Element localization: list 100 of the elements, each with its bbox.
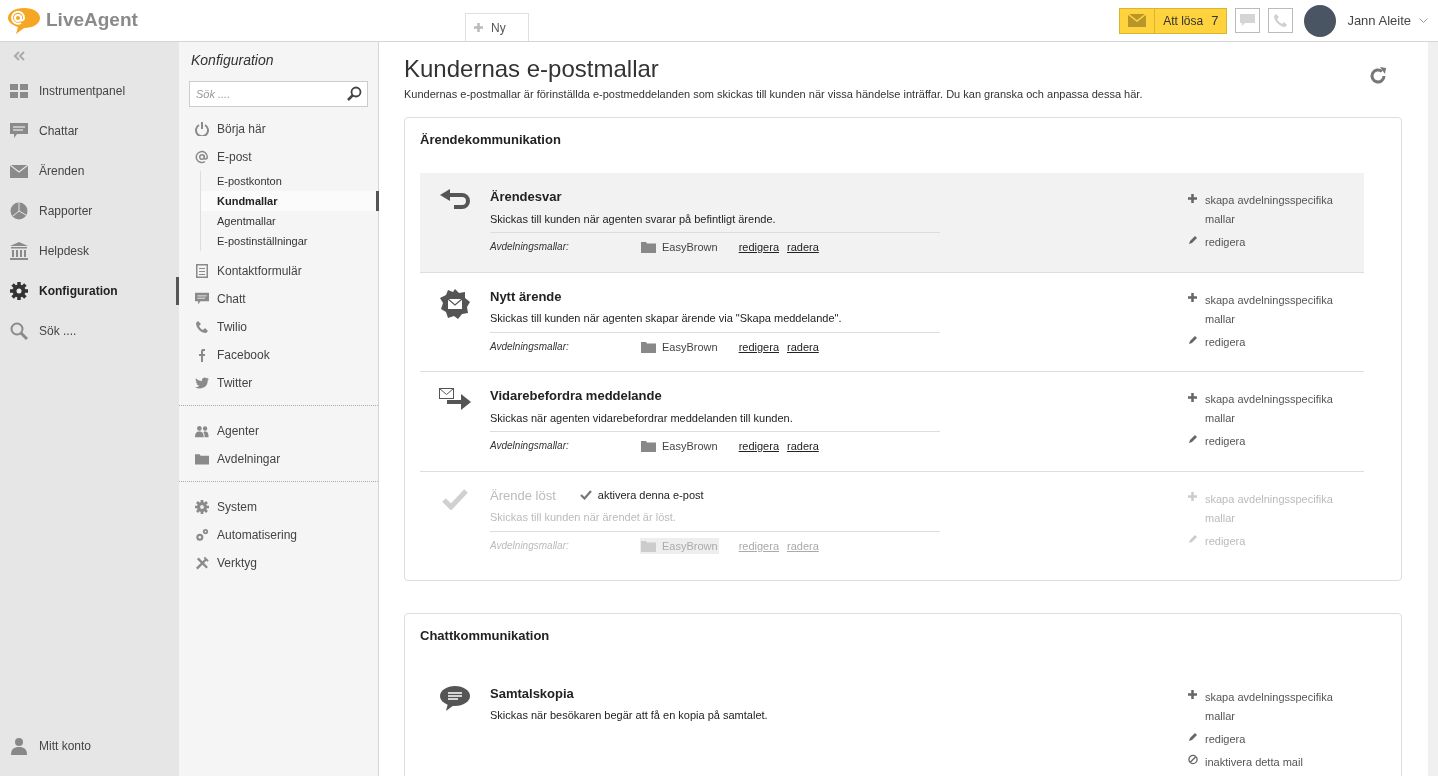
user-name[interactable]: Jann Aleite bbox=[1347, 10, 1411, 31]
new-button[interactable]: Ny bbox=[465, 13, 529, 41]
action-link[interactable]: inaktivera detta mail bbox=[1205, 752, 1303, 772]
folder-icon bbox=[641, 539, 656, 552]
plus-icon bbox=[1188, 293, 1197, 302]
submenu-item[interactable]: E-postinställningar bbox=[201, 231, 376, 251]
action-link[interactable]: redigera bbox=[1205, 233, 1246, 252]
envelope-icon bbox=[1128, 14, 1147, 27]
folder-icon bbox=[195, 453, 209, 465]
facebook-icon bbox=[198, 348, 206, 362]
edit-link[interactable]: redigera bbox=[738, 338, 779, 355]
nav-item[interactable]: Rapporter bbox=[0, 191, 179, 231]
department-tag: EasyBrown bbox=[640, 239, 719, 256]
form-icon bbox=[196, 264, 208, 278]
logo-icon bbox=[6, 5, 42, 36]
page-description: Kundernas e-postmallar är förinställda e-postmeddelanden som skickas till kunden när vissa händelse inträffar. Du kan granska och anpassa dessa här. bbox=[404, 87, 1143, 102]
chat-button[interactable] bbox=[1235, 8, 1261, 33]
tools-icon bbox=[195, 555, 209, 571]
speech-bubble-icon bbox=[10, 123, 28, 139]
template-title: Ärende löst bbox=[490, 486, 556, 505]
chevron-down-icon[interactable] bbox=[1419, 17, 1428, 24]
delete-link[interactable]: radera bbox=[787, 239, 819, 256]
phone-button[interactable] bbox=[1268, 8, 1294, 33]
to-solve-label: Att lösa bbox=[1162, 12, 1205, 30]
delete-link[interactable]: radera bbox=[787, 438, 819, 455]
department-label: Avdelningsmallar: bbox=[490, 240, 570, 254]
menu-item[interactable]: Avdelningar bbox=[179, 445, 378, 473]
nav-item[interactable]: Ärenden bbox=[0, 151, 179, 191]
department-label: Avdelningsmallar: bbox=[490, 439, 570, 453]
collapse-icon[interactable] bbox=[13, 51, 25, 61]
speech-bubble-icon bbox=[195, 291, 209, 307]
pencil-icon bbox=[1188, 731, 1198, 742]
menu-item[interactable]: E-post bbox=[179, 143, 378, 171]
submenu-item[interactable]: Agentmallar bbox=[201, 211, 376, 231]
checkmark-icon bbox=[442, 487, 468, 510]
envelope-badge-icon bbox=[440, 288, 470, 319]
checkmark-icon bbox=[579, 490, 592, 501]
delete-link[interactable]: radera bbox=[787, 338, 819, 355]
template-description: Skickas när agenten vidarebefordrar meddelanden till kunden. bbox=[490, 409, 940, 432]
person-icon bbox=[10, 737, 28, 755]
refresh-icon[interactable] bbox=[1368, 66, 1388, 86]
submenu-item[interactable]: Kundmallar bbox=[201, 191, 376, 211]
phone-icon bbox=[1273, 13, 1289, 28]
search-field[interactable]: Sök .... bbox=[189, 81, 368, 107]
menu-item[interactable]: Kontaktformulär bbox=[179, 257, 378, 285]
envelope-arrow-icon bbox=[439, 388, 471, 412]
at-sign-icon bbox=[195, 150, 209, 164]
edit-link[interactable]: redigera bbox=[738, 438, 779, 455]
speech-bubble-icon bbox=[1240, 14, 1256, 27]
to-solve-count: 7 bbox=[1211, 11, 1220, 30]
plus-icon bbox=[1188, 193, 1197, 203]
department-label: Avdelningsmallar: bbox=[490, 538, 570, 553]
plus-icon bbox=[1188, 492, 1197, 501]
menu-item[interactable]: System bbox=[179, 493, 378, 521]
nav-item[interactable]: Sök .... bbox=[0, 311, 179, 351]
department-label: Avdelningsmallar: bbox=[490, 339, 570, 354]
activate-link[interactable]: aktivera denna e-post bbox=[579, 487, 704, 504]
template-title: Samtalskopia bbox=[490, 684, 574, 703]
gear-icon bbox=[195, 498, 209, 516]
plus-icon bbox=[1188, 392, 1197, 402]
nav-item[interactable]: Instrumentpanel bbox=[0, 71, 179, 111]
to-solve-button[interactable]: Att lösa 7 bbox=[1119, 7, 1228, 34]
submenu-item[interactable]: E-postkonton bbox=[201, 171, 376, 191]
grid-icon bbox=[10, 84, 28, 98]
avatar bbox=[1304, 4, 1337, 37]
template-description: Skickas när besökaren begär att få en kopia på samtalet. bbox=[490, 708, 769, 723]
search-icon bbox=[10, 322, 28, 340]
action-link[interactable]: redigera bbox=[1205, 332, 1246, 352]
menu-item[interactable]: Chatt bbox=[179, 285, 378, 313]
menu-item[interactable]: Twitter bbox=[179, 369, 378, 397]
menu-item[interactable]: Twilio bbox=[179, 313, 378, 341]
template-description: Skickas till kunden när ärendet är löst. bbox=[490, 509, 940, 532]
menu-item[interactable]: Verktyg bbox=[179, 549, 378, 577]
scrollbar[interactable] bbox=[1428, 42, 1438, 776]
nav-item[interactable]: Chattar bbox=[0, 111, 179, 151]
pie-chart-icon bbox=[10, 202, 28, 220]
people-icon bbox=[195, 424, 209, 438]
menu-item[interactable]: Facebook bbox=[179, 341, 378, 369]
envelope-icon bbox=[10, 164, 28, 178]
building-icon bbox=[10, 242, 28, 260]
page-title: Kundernas e-postmallar bbox=[404, 54, 660, 84]
folder-icon bbox=[641, 440, 656, 453]
account-label: Mitt konto bbox=[39, 738, 92, 755]
menu-item[interactable]: Agenter bbox=[179, 417, 378, 445]
speech-bubble-icon bbox=[440, 685, 470, 712]
prohibited-icon bbox=[1188, 754, 1198, 765]
menu-item[interactable]: Automatisering bbox=[179, 521, 378, 549]
nav-item[interactable]: Konfiguration bbox=[0, 271, 179, 311]
template-title: Ärendesvar bbox=[490, 188, 562, 206]
panel-title: Konfiguration bbox=[190, 51, 275, 70]
action-link[interactable]: redigera bbox=[1205, 432, 1246, 451]
section-title: Chattkommunikation bbox=[420, 627, 551, 645]
nav-item[interactable]: Helpdesk bbox=[0, 231, 179, 271]
plus-icon bbox=[474, 23, 483, 32]
account-item[interactable]: Mitt konto bbox=[0, 726, 179, 766]
pencil-icon bbox=[1188, 434, 1198, 444]
edit-link[interactable]: redigera bbox=[738, 239, 779, 256]
action-link[interactable]: redigera bbox=[1205, 729, 1246, 749]
pencil-icon bbox=[1188, 533, 1198, 544]
menu-item[interactable]: Börja här bbox=[179, 115, 378, 143]
